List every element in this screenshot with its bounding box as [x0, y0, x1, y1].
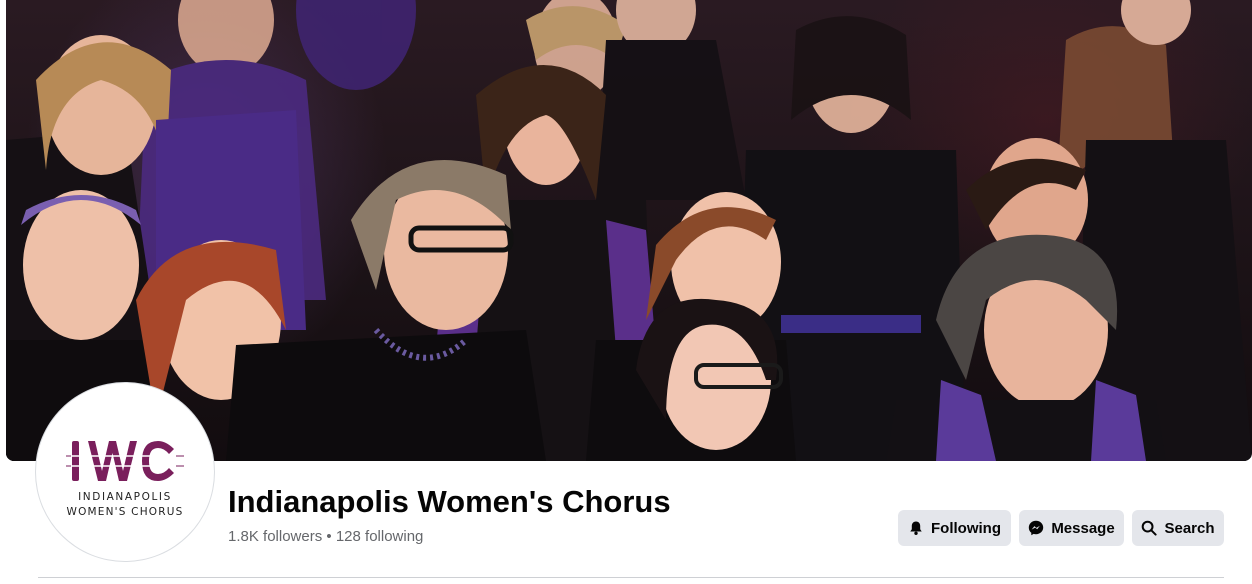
profile-picture[interactable]: INDIANAPOLIS WOMEN'S CHORUS	[40, 387, 210, 557]
iwc-logo-mark	[66, 441, 184, 481]
choir-photo-illustration	[6, 0, 1252, 461]
bell-icon	[910, 521, 922, 535]
header-divider	[38, 577, 1224, 578]
following-count-link[interactable]: 128 following	[336, 528, 424, 545]
page-title: Indianapolis Women's Chorus	[228, 484, 671, 519]
search-button[interactable]: Search	[1132, 510, 1224, 546]
message-button[interactable]: Message	[1019, 510, 1124, 546]
logo-line-indianapolis: INDIANAPOLIS	[78, 491, 172, 503]
cover-photo[interactable]	[6, 0, 1252, 461]
following-button-label: Following	[931, 519, 1001, 537]
messenger-icon	[1029, 520, 1044, 536]
logo-line-womens-chorus: WOMEN'S CHORUS	[66, 506, 184, 518]
followers-count-link[interactable]: 1.8K followers	[228, 528, 322, 545]
following-button[interactable]: Following	[898, 510, 1011, 546]
stats-separator: •	[326, 528, 332, 545]
search-icon	[1142, 520, 1158, 536]
message-button-label: Message	[1051, 519, 1115, 537]
follower-stats: 1.8K followers • 128 following	[228, 528, 423, 545]
search-button-label: Search	[1164, 519, 1215, 537]
